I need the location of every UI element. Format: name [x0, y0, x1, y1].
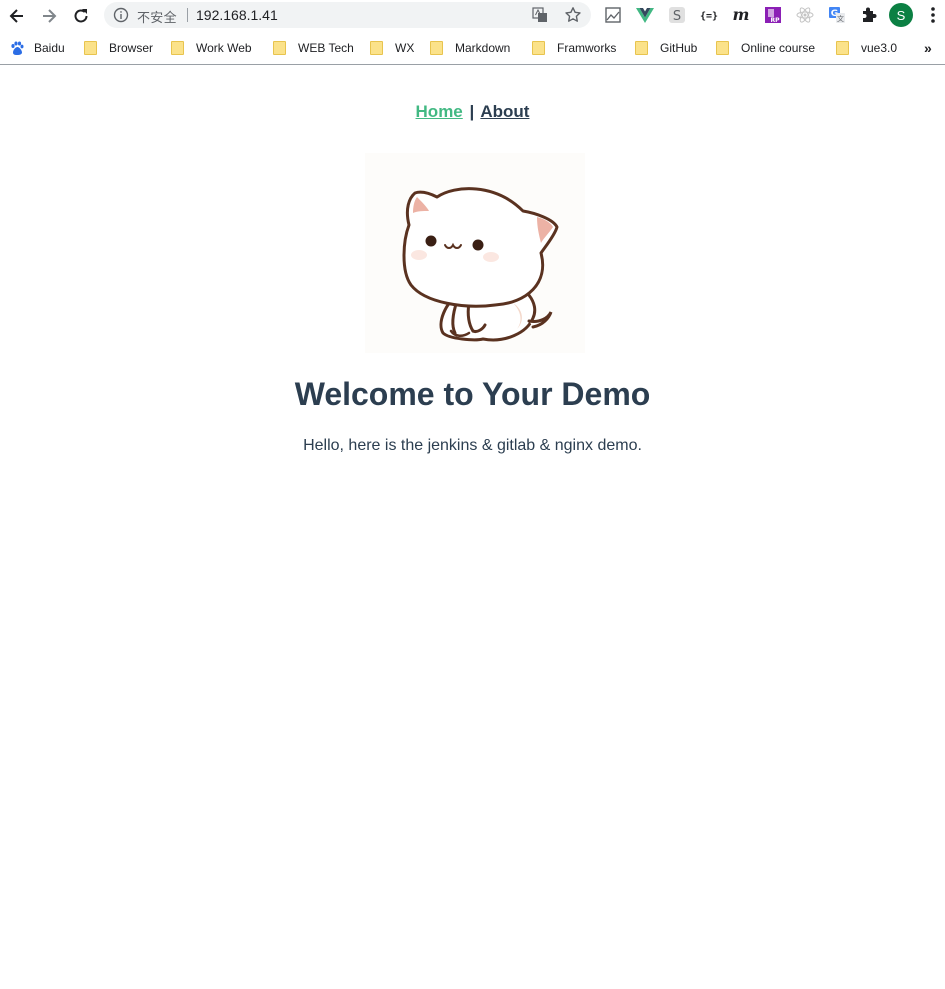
security-label[interactable]: 不安全 [137, 7, 177, 26]
page-title: Welcome to Your Demo [294, 376, 651, 412]
folder-icon [532, 41, 545, 55]
folder-icon [836, 41, 849, 55]
reload-icon [74, 9, 88, 23]
star-icon[interactable] [564, 6, 582, 24]
bookmark-label: Baidu [34, 41, 65, 55]
bookmark-baidu[interactable]: Baidu [9, 39, 65, 57]
axure-rp-icon[interactable]: RP [763, 5, 783, 25]
address-divider [187, 8, 188, 22]
vue-devtools-icon[interactable] [635, 5, 655, 25]
folder-icon [171, 41, 184, 55]
profile-avatar[interactable]: S [889, 3, 913, 27]
folder-icon [273, 41, 286, 55]
profile-initial: S [896, 7, 906, 23]
bookmark-folder-online-course[interactable]: Online course [716, 39, 815, 57]
address-bar[interactable]: 不安全 192.168.1.41 [104, 2, 591, 28]
page-subtitle: Hello, here is the jenkins & gitlab & ng… [303, 437, 642, 454]
cat-logo-image [365, 153, 585, 353]
bookmark-folder-github[interactable]: GitHub [635, 39, 697, 57]
page-content: Home | About Welcome to Your Demo Hello,… [0, 66, 945, 989]
bookmark-folder-browser[interactable]: Browser [84, 39, 153, 57]
bookmark-folder-markdown[interactable]: Markdown [430, 39, 510, 57]
url-text[interactable]: 192.168.1.41 [196, 7, 278, 23]
folder-icon [430, 41, 443, 55]
nav-separator: | [469, 102, 475, 121]
arrow-right-icon [43, 9, 57, 23]
bookmark-label: Online course [741, 41, 816, 55]
reload-button[interactable] [68, 4, 94, 28]
bookmarks-overflow-button[interactable]: » [924, 40, 932, 56]
folder-icon [370, 41, 383, 55]
folder-icon [635, 41, 648, 55]
svg-text:S: S [673, 9, 681, 24]
puzzle-icon[interactable] [859, 5, 879, 25]
svg-text:m: m [733, 6, 750, 24]
bookmark-label: WEB Tech [298, 41, 354, 55]
translate-icon[interactable] [532, 7, 548, 23]
bookmark-folder-work-web[interactable]: Work Web [171, 39, 252, 57]
baidu-paw-icon [11, 41, 24, 55]
bookmark-folder-framworks[interactable]: Framworks [532, 39, 616, 57]
svg-text:{=}: {=} [700, 11, 718, 22]
bookmark-label: Framworks [557, 41, 617, 55]
info-icon[interactable] [113, 7, 129, 23]
forward-button[interactable] [36, 4, 62, 28]
site-nav: Home | About [0, 102, 945, 122]
folder-icon [84, 41, 97, 55]
bookmark-label: WX [395, 41, 415, 55]
google-translate-icon[interactable]: G文 [827, 5, 847, 25]
back-button[interactable] [4, 4, 30, 28]
nav-link-home[interactable]: Home [416, 102, 463, 121]
react-devtools-icon[interactable] [795, 5, 815, 25]
bookmark-folder-vue3[interactable]: vue3.0 [836, 39, 897, 57]
bookmark-folder-wx[interactable]: WX [370, 39, 414, 57]
bookmark-label: Work Web [196, 41, 252, 55]
more-vertical-icon[interactable] [925, 5, 941, 25]
bookmark-label: GitHub [660, 41, 698, 55]
nav-link-about[interactable]: About [480, 102, 529, 121]
folder-icon [716, 41, 729, 55]
arrow-left-icon [9, 9, 23, 23]
bookmark-folder-web-tech[interactable]: WEB Tech [273, 39, 354, 57]
bookmark-label: Markdown [455, 41, 511, 55]
bookmark-label: Browser [109, 41, 154, 55]
s-extension-icon[interactable]: S [667, 5, 687, 25]
json-viewer-icon[interactable]: {=} [699, 5, 719, 25]
bookmarks-bar: Baidu Browser Work Web WEB Tech WX Markd… [0, 32, 945, 65]
bookmark-label: vue3.0 [861, 41, 898, 55]
screenshot-extension-icon[interactable] [603, 5, 623, 25]
svg-text:文: 文 [837, 14, 844, 23]
svg-text:RP: RP [770, 17, 780, 24]
m-extension-icon[interactable]: m [731, 5, 751, 25]
browser-toolbar: 不安全 192.168.1.41 S {=} m RP G文 S [0, 0, 945, 32]
